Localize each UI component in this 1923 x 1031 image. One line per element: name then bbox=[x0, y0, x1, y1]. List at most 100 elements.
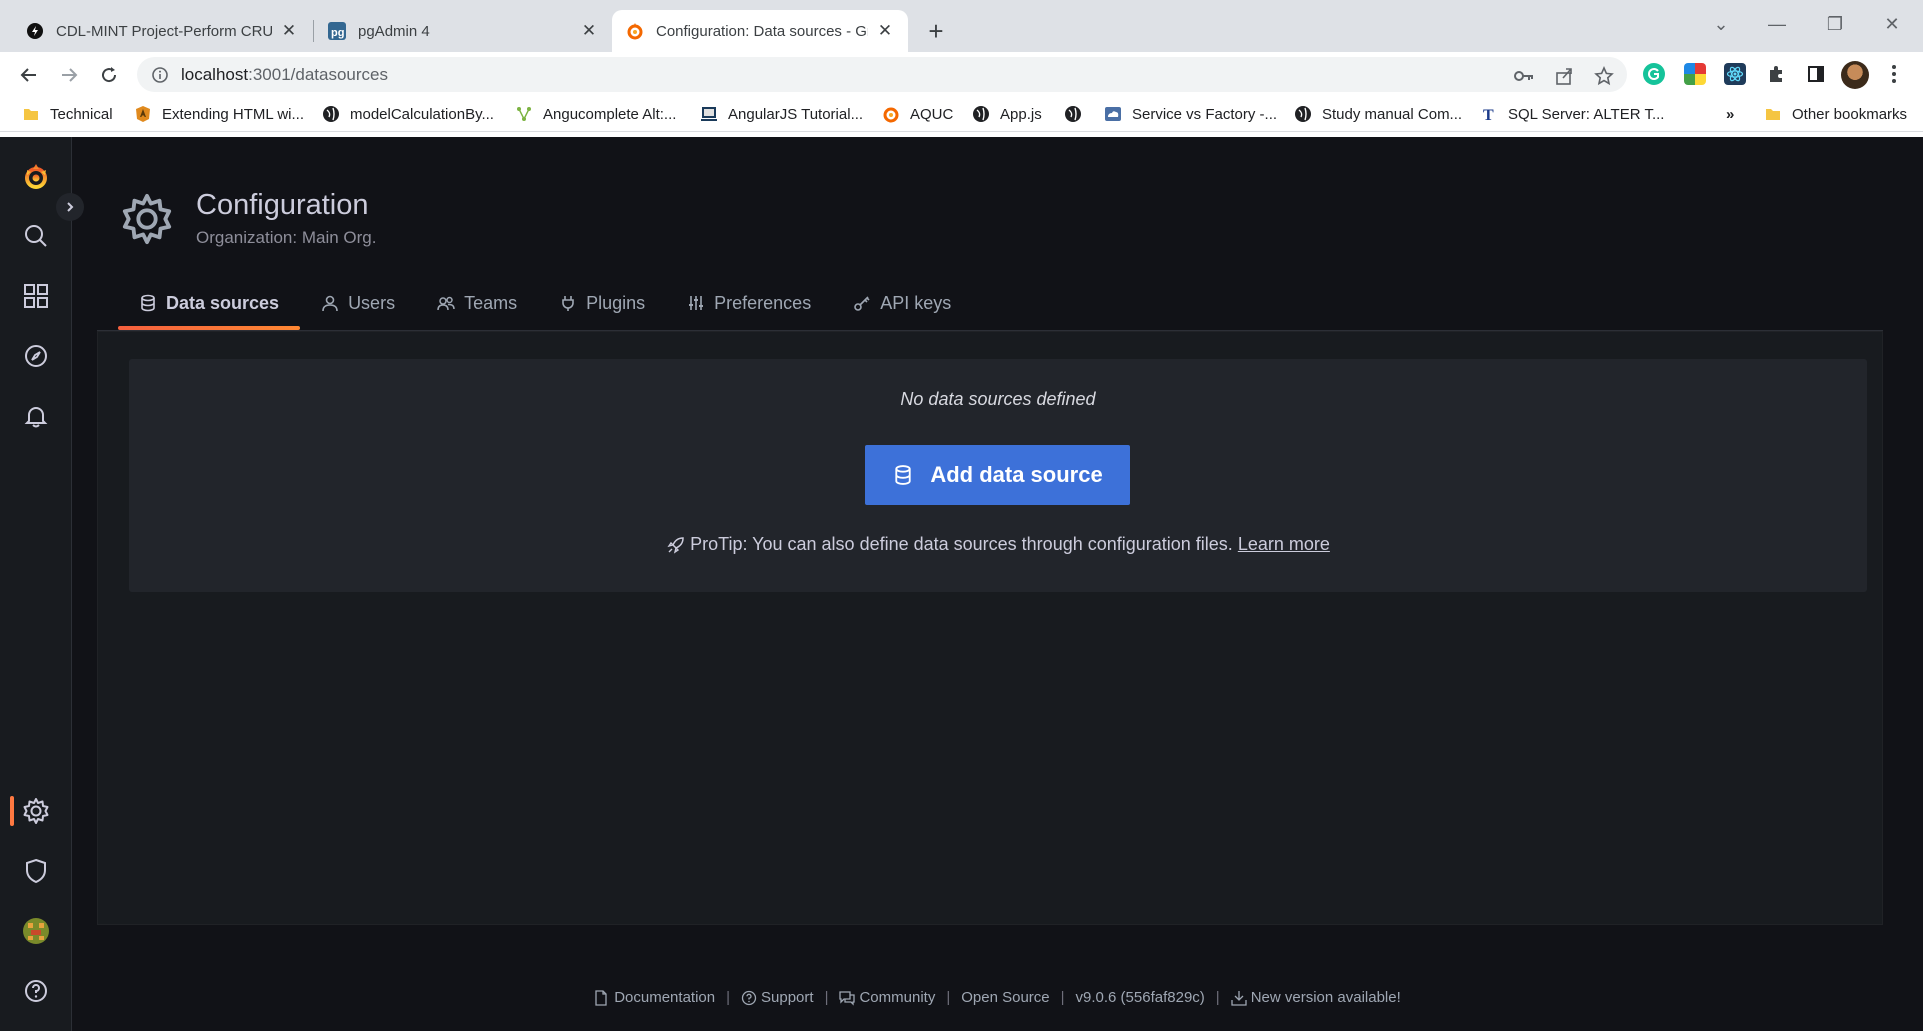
menu-icon[interactable] bbox=[1883, 63, 1905, 85]
other-bookmarks[interactable]: Other bookmarks bbox=[1764, 104, 1907, 124]
t-icon: T bbox=[1480, 105, 1498, 123]
grafana-icon bbox=[626, 22, 644, 40]
reload-icon[interactable] bbox=[96, 62, 122, 88]
tab-title: pgAdmin 4 bbox=[358, 22, 430, 40]
browser-tab-cdl[interactable]: CDL-MINT Project-Perform CRUD ✕ bbox=[12, 10, 312, 52]
empty-list-card: No data sources defined Add data source … bbox=[129, 359, 1867, 592]
alerting-bell-icon[interactable] bbox=[18, 398, 54, 434]
support-link[interactable]: Support bbox=[741, 989, 814, 1006]
user-icon bbox=[321, 294, 339, 312]
open-source-link[interactable]: Open Source bbox=[961, 989, 1049, 1006]
new-tab-button[interactable]: + bbox=[922, 16, 950, 46]
side-panel-icon[interactable] bbox=[1805, 63, 1827, 85]
more-bookmarks-button[interactable]: » bbox=[1726, 104, 1734, 124]
bookmark-extending-html[interactable]: Extending HTML wi... bbox=[134, 104, 304, 124]
bookmarks-bar: Technical Extending HTML wi... modelCalc… bbox=[0, 96, 1923, 132]
bookmark-service-vs-factory[interactable]: Service vs Factory -... bbox=[1104, 104, 1277, 124]
page-gear-icon bbox=[120, 192, 174, 246]
add-data-source-button[interactable]: Add data source bbox=[865, 445, 1130, 505]
globe-icon bbox=[322, 105, 340, 123]
active-indicator bbox=[10, 796, 14, 826]
tab-plugins[interactable]: Plugins bbox=[538, 287, 666, 319]
folder-icon bbox=[22, 105, 40, 123]
page-header: Configuration Organization: Main Org. bbox=[120, 189, 376, 248]
tab-api-keys[interactable]: API keys bbox=[832, 287, 972, 319]
documentation-link[interactable]: Documentation bbox=[594, 989, 715, 1006]
globe-icon bbox=[972, 105, 990, 123]
bookmark-study-manual[interactable]: Study manual Com... bbox=[1294, 104, 1462, 124]
search-icon[interactable] bbox=[18, 218, 54, 254]
bookmark-untitled[interactable] bbox=[1064, 104, 1092, 124]
bookmark-angucomplete[interactable]: Angucomplete Alt:... bbox=[515, 104, 676, 124]
shield-icon[interactable] bbox=[18, 853, 54, 889]
restore-icon[interactable]: ❐ bbox=[1820, 14, 1850, 35]
address-bar[interactable]: localhost:3001/datasources bbox=[137, 57, 1627, 92]
browser-tab-grafana[interactable]: Configuration: Data sources - Gra ✕ bbox=[612, 10, 908, 52]
browser-tab-pgadmin[interactable]: pg pgAdmin 4 ✕ bbox=[314, 10, 612, 52]
react-icon[interactable] bbox=[1724, 63, 1746, 85]
page-title: Configuration bbox=[196, 189, 369, 221]
protip: ProTip: You can also define data sources… bbox=[129, 534, 1867, 555]
grammarly-icon[interactable] bbox=[1643, 63, 1665, 85]
forward-icon[interactable] bbox=[56, 62, 82, 88]
close-icon[interactable]: ✕ bbox=[876, 21, 894, 40]
dashboards-icon[interactable] bbox=[18, 278, 54, 314]
version-label: v9.0.6 (556faf829c) bbox=[1075, 989, 1205, 1006]
tab-title: CDL-MINT Project-Perform CRUD bbox=[56, 22, 272, 40]
minimize-icon[interactable]: — bbox=[1762, 14, 1792, 35]
close-icon[interactable]: ✕ bbox=[580, 21, 598, 40]
svg-text:T: T bbox=[1483, 107, 1494, 123]
empty-state-title: No data sources defined bbox=[900, 389, 1096, 409]
tab-preferences[interactable]: Preferences bbox=[666, 287, 832, 319]
star-icon[interactable] bbox=[1592, 64, 1616, 88]
window-close-icon[interactable]: ✕ bbox=[1877, 14, 1907, 35]
avatar[interactable] bbox=[1841, 61, 1869, 89]
browser-tabstrip: CDL-MINT Project-Perform CRUD ✕ pg pgAdm… bbox=[0, 0, 1923, 52]
bookmark-appjs[interactable]: App.js bbox=[972, 104, 1042, 124]
site-info-icon[interactable] bbox=[151, 66, 169, 84]
configuration-gear-icon[interactable] bbox=[18, 793, 54, 829]
comments-icon bbox=[839, 990, 856, 1006]
bookmark-aquc[interactable]: AQUC bbox=[882, 104, 953, 124]
bookmark-modelcalculation[interactable]: modelCalculationBy... bbox=[322, 104, 494, 124]
tab-data-sources[interactable]: Data sources bbox=[118, 287, 301, 330]
community-link[interactable]: Community bbox=[839, 989, 935, 1006]
sliders-icon bbox=[687, 294, 705, 312]
share-icon[interactable] bbox=[1552, 64, 1576, 88]
color-picker-icon[interactable] bbox=[1684, 63, 1706, 85]
question-circle-icon bbox=[741, 990, 757, 1006]
bookmark-sql-server[interactable]: T SQL Server: ALTER T... bbox=[1480, 104, 1664, 124]
tab-teams[interactable]: Teams bbox=[416, 287, 538, 319]
download-icon bbox=[1231, 990, 1247, 1006]
key-icon bbox=[853, 294, 871, 312]
bookmark-angularjs-tutorial[interactable]: AngularJS Tutorial... bbox=[700, 104, 863, 124]
tab-search-icon[interactable]: ⌄ bbox=[1706, 14, 1736, 35]
page-content: No data sources defined Add data source … bbox=[97, 331, 1883, 925]
new-version-link[interactable]: New version available! bbox=[1231, 989, 1401, 1006]
bookmark-technical[interactable]: Technical bbox=[22, 104, 113, 124]
extensions-icon[interactable] bbox=[1765, 63, 1787, 85]
page-subtitle: Organization: Main Org. bbox=[196, 228, 377, 247]
globe-icon bbox=[1064, 105, 1082, 123]
database-icon bbox=[139, 294, 157, 312]
key-icon[interactable] bbox=[1512, 64, 1536, 88]
explore-icon[interactable] bbox=[18, 338, 54, 374]
protip-text: ProTip: You can also define data sources… bbox=[690, 534, 1233, 554]
url-text: localhost:3001/datasources bbox=[181, 64, 388, 84]
footer: Documentation | Support | Community | Op… bbox=[0, 989, 1923, 1006]
grafana-icon bbox=[882, 105, 900, 123]
close-icon[interactable]: ✕ bbox=[280, 21, 298, 40]
user-avatar[interactable] bbox=[18, 913, 54, 949]
side-menu bbox=[0, 137, 72, 1031]
pgadmin-icon: pg bbox=[328, 22, 346, 40]
grafana-app: Configuration Organization: Main Org. Da… bbox=[0, 137, 1923, 1031]
browser-toolbar: localhost:3001/datasources bbox=[0, 52, 1923, 96]
laptop-icon bbox=[700, 105, 718, 123]
back-icon[interactable] bbox=[16, 62, 42, 88]
tab-users[interactable]: Users bbox=[300, 287, 416, 319]
menu-expand-button[interactable] bbox=[56, 193, 84, 221]
rocket-icon bbox=[666, 535, 686, 555]
learn-more-link[interactable]: Learn more bbox=[1238, 534, 1330, 555]
plug-icon bbox=[559, 294, 577, 312]
grafana-logo-icon[interactable] bbox=[18, 159, 54, 195]
